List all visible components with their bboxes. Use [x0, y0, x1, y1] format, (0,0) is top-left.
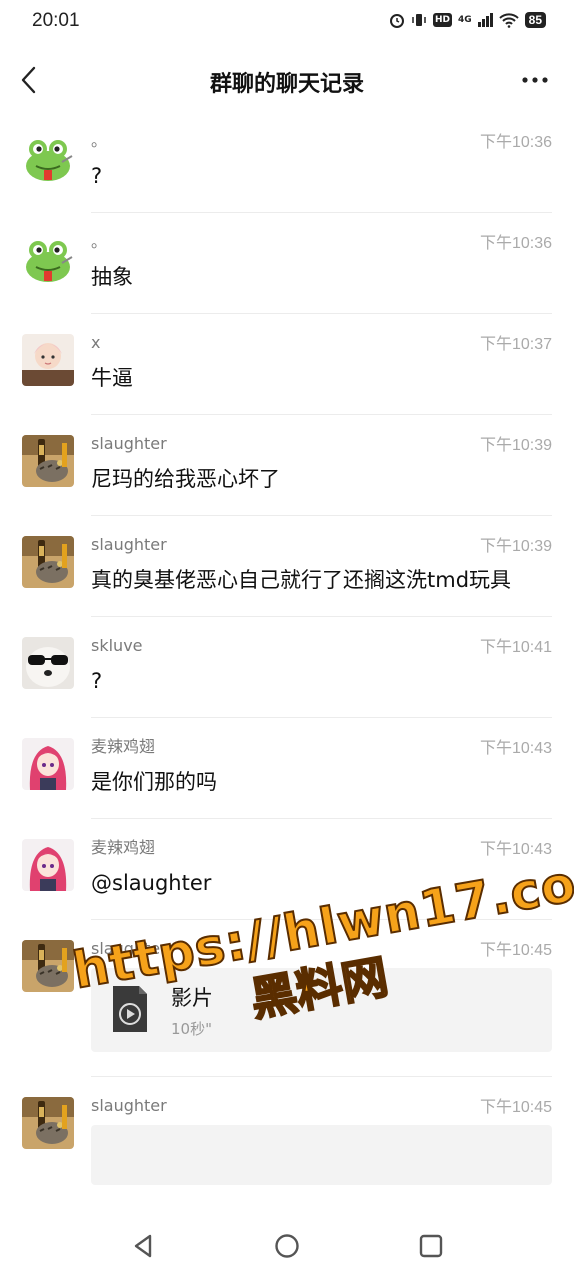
nav-back-icon[interactable]: [130, 1232, 158, 1260]
more-horizontal-icon: [522, 77, 548, 83]
message-item[interactable]: 。 下午10:36 抽象: [22, 213, 552, 314]
message-time: 下午10:39: [479, 437, 552, 454]
message-text: 尼玛的给我恶心坏了: [91, 467, 280, 491]
message-time: 下午10:45: [479, 942, 552, 959]
battery-indicator: 85: [524, 12, 546, 28]
pink-hair-avatar[interactable]: [22, 738, 74, 790]
alarm-icon: [389, 14, 404, 28]
message-text: 是你们那的吗: [91, 770, 217, 794]
video-file-icon: [113, 986, 147, 1032]
message-item[interactable]: 麦辣鸡翅 下午10:43 @slaughter: [22, 819, 552, 920]
message-text: 牛逼: [91, 366, 133, 390]
pink-hair-avatar[interactable]: [22, 839, 74, 891]
message-time: 下午10:45: [479, 1099, 552, 1116]
video-file-card[interactable]: 影片 10秒": [91, 968, 552, 1052]
frog-avatar[interactable]: [22, 233, 74, 285]
frog-avatar[interactable]: [22, 132, 74, 184]
message-item[interactable]: 。 下午10:36 ?: [22, 112, 552, 213]
wifi-icon: [498, 13, 519, 28]
status-icons: HD 4G 85: [389, 12, 546, 28]
message-list[interactable]: 。 下午10:36 ? 。 下午10:36 抽象 x 下午10:37 牛逼 sl…: [0, 112, 574, 1212]
page-title: 群聊的聊天记录: [209, 72, 364, 97]
message-text: @slaughter: [91, 871, 212, 895]
message-time: 下午10:43: [479, 841, 552, 858]
status-bar: 20:01 HD 4G 85: [0, 0, 574, 44]
navigation-bar: 群聊的聊天记录: [0, 50, 574, 110]
message-text: ?: [91, 669, 103, 693]
system-navigation-bar: [0, 1214, 574, 1280]
anime-girl-avatar[interactable]: [22, 334, 74, 386]
cat-bottle-avatar[interactable]: [22, 536, 74, 588]
cat-bottle-avatar[interactable]: [22, 435, 74, 487]
message-text: ?: [91, 164, 103, 188]
file-name: 影片: [171, 986, 213, 1010]
hd-icon: HD: [432, 13, 452, 27]
message-time: 下午10:41: [479, 639, 552, 656]
dog-sunglasses-avatar[interactable]: [22, 637, 74, 689]
signal-icon: [477, 13, 493, 27]
more-options-button[interactable]: [520, 62, 552, 98]
cat-bottle-avatar[interactable]: [22, 940, 74, 992]
message-item[interactable]: x 下午10:37 牛逼: [22, 314, 552, 415]
nav-recents-icon[interactable]: [417, 1232, 445, 1260]
message-item[interactable]: 麦辣鸡翅 下午10:43 是你们那的吗: [22, 718, 552, 819]
vibrate-icon: [412, 14, 426, 26]
file-card-partial[interactable]: [91, 1125, 552, 1185]
message-time: 下午10:36: [479, 235, 552, 252]
message-time: 下午10:43: [479, 740, 552, 757]
message-time: 下午10:36: [479, 134, 552, 151]
message-time: 下午10:37: [479, 336, 552, 353]
network-type-label: 4G: [457, 14, 472, 25]
message-item[interactable]: skluve 下午10:41 ?: [22, 617, 552, 718]
nav-home-icon[interactable]: [273, 1232, 301, 1260]
cat-bottle-avatar[interactable]: [22, 1097, 74, 1149]
status-time: 20:01: [32, 10, 80, 31]
message-text: 抽象: [91, 265, 133, 289]
message-time: 下午10:39: [479, 538, 552, 555]
message-item[interactable]: slaughter 下午10:39 尼玛的给我恶心坏了: [22, 415, 552, 516]
file-duration: 10秒": [171, 1020, 212, 1038]
message-item[interactable]: slaughter 下午10:39 真的臭基佬恶心自己就行了还搁这洗tmd玩具: [22, 516, 552, 617]
message-text: 真的臭基佬恶心自己就行了还搁这洗tmd玩具: [91, 568, 512, 592]
message-item[interactable]: slaughter 下午10:45: [22, 1077, 552, 1185]
message-item[interactable]: slaughter 下午10:45 影片 10秒": [22, 920, 552, 1077]
